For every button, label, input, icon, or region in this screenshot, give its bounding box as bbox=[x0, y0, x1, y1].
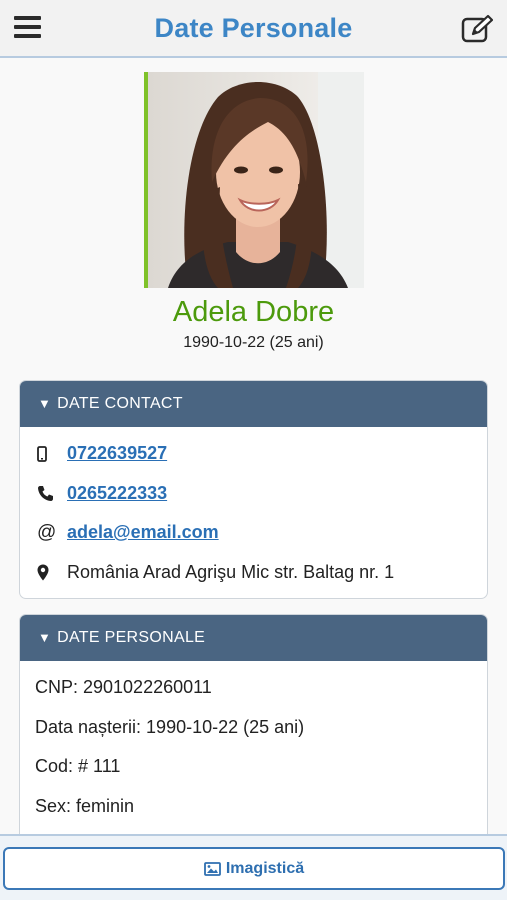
contact-panel-title: DATE CONTACT bbox=[57, 395, 183, 412]
edit-icon[interactable] bbox=[461, 14, 494, 44]
personal-panel-title: DATE PERSONALE bbox=[57, 629, 206, 646]
personal-panel-header[interactable]: ▼ DATE PERSONALE bbox=[20, 615, 487, 661]
footer-bar: Imagistică bbox=[0, 834, 507, 900]
contact-panel-header[interactable]: ▼ DATE CONTACT bbox=[20, 381, 487, 427]
image-icon bbox=[203, 861, 221, 876]
page-title: Date Personale bbox=[154, 13, 353, 43]
code-text: Cod: # 111 bbox=[35, 756, 121, 777]
header-bar: Date Personale bbox=[0, 0, 507, 58]
profile-name: Adela Dobre bbox=[172, 296, 335, 328]
address-text: România Arad Agrişu Mic str. Baltag nr. … bbox=[67, 561, 395, 582]
imaging-button[interactable]: Imagistică bbox=[3, 847, 505, 890]
cnp-text: CNP: 2901022260011 bbox=[35, 677, 212, 698]
phone-number-link[interactable]: 0265222333 bbox=[67, 483, 167, 504]
contact-address-row: România Arad Agrişu Mic str. Baltag nr. … bbox=[20, 553, 487, 593]
profile-photo bbox=[144, 72, 364, 288]
collapse-triangle-icon: ▼ bbox=[38, 396, 52, 411]
personal-panel: ▼ DATE PERSONALE CNP: 2901022260011 Data … bbox=[19, 614, 488, 854]
contact-panel: ▼ DATE CONTACT 0722639527 0265222333 @ ad… bbox=[19, 380, 488, 599]
phone-icon bbox=[37, 485, 67, 502]
sex-text: Sex: feminin bbox=[35, 795, 135, 816]
mobile-number-link[interactable]: 0722639527 bbox=[67, 443, 167, 464]
contact-mobile-row: 0722639527 bbox=[20, 434, 487, 474]
birthdate-text: Data nașterii: 1990-10-22 (25 ani) bbox=[35, 716, 305, 737]
imaging-button-label: Imagistică bbox=[225, 859, 305, 877]
contact-email-row: @ adela@email.com bbox=[20, 513, 487, 553]
map-marker-icon bbox=[37, 564, 67, 581]
email-link[interactable]: adela@email.com bbox=[67, 522, 219, 543]
at-sign-icon: @ bbox=[37, 521, 57, 543]
profile-birthdate: 1990-10-22 (25 ani) bbox=[183, 334, 324, 351]
contact-phone-row: 0265222333 bbox=[20, 474, 487, 514]
mobile-phone-icon bbox=[37, 445, 67, 462]
collapse-triangle-icon: ▼ bbox=[38, 630, 52, 645]
